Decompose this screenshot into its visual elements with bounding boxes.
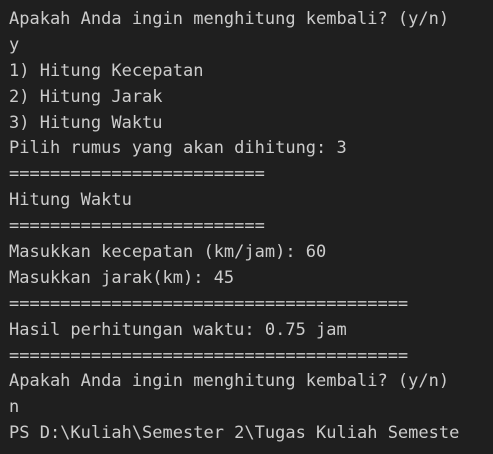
menu-option-time: 3) Hitung Waktu: [9, 112, 163, 133]
menu-option-speed: 1) Hitung Kecepatan: [9, 60, 204, 81]
prompt-line-repeat-1: Apakah Anda ingin menghitung kembali? (y…: [9, 9, 450, 29]
distance-input-line: Masukkan jarak(km): 45: [9, 267, 235, 288]
user-input-no: n: [9, 397, 20, 418]
separator-short-2: =========================: [9, 216, 265, 237]
separator-short-1: =========================: [9, 164, 265, 185]
user-input-yes: y: [9, 34, 20, 55]
separator-long-2: =======================================: [9, 345, 409, 366]
formula-choice-line: Pilih rumus yang akan dihitung: 3: [9, 138, 347, 159]
terminal-output[interactable]: Apakah Anda ingin menghitung kembali? (y…: [0, 0, 493, 454]
speed-input-line: Masukkan kecepatan (km/jam): 60: [9, 242, 327, 263]
prompt-line-repeat-2: Apakah Anda ingin menghitung kembali? (y…: [9, 371, 450, 392]
section-title-time: Hitung Waktu: [9, 190, 132, 211]
menu-option-distance: 2) Hitung Jarak: [9, 86, 163, 107]
time-result-line: Hasil perhitungan waktu: 0.75 jam: [9, 319, 347, 340]
powershell-prompt[interactable]: PS D:\Kuliah\Semester 2\Tugas Kuliah Sem…: [9, 421, 493, 447]
separator-long-1: =======================================: [9, 293, 409, 314]
